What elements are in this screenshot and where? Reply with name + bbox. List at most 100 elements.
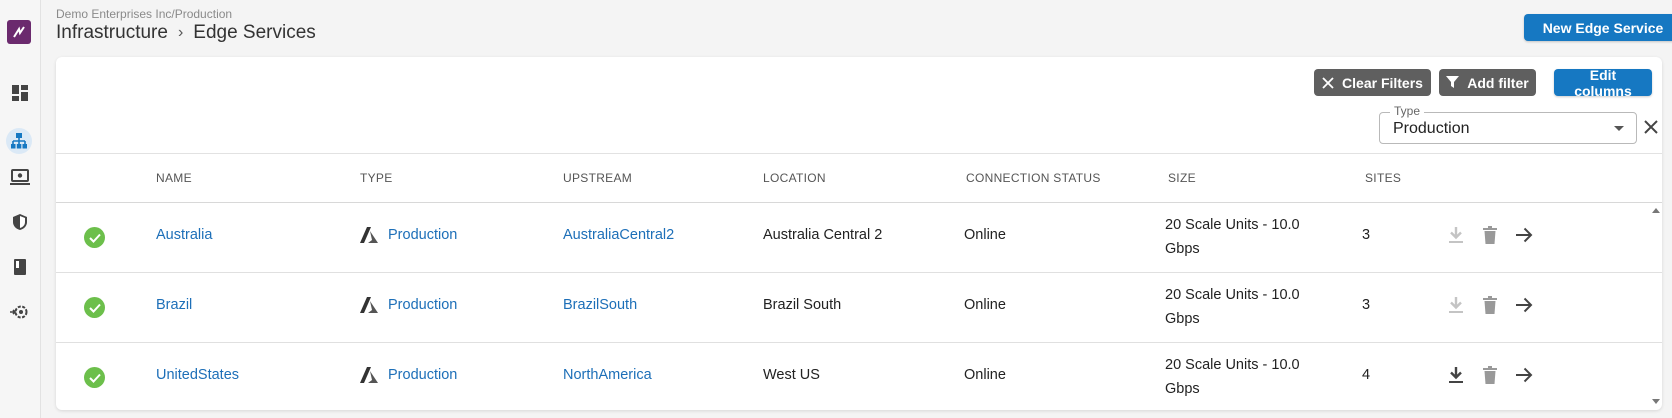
row-type-label[interactable]: Production (388, 227, 457, 243)
row-size: 20 Scale Units - 10.0 Gbps (1165, 217, 1300, 257)
shield-icon (13, 214, 27, 230)
row-type: Production (360, 227, 457, 243)
scroll-down-arrow[interactable] (1652, 399, 1660, 404)
column-header-connection-status[interactable]: CONNECTION STATUS (966, 171, 1101, 185)
add-filter-label: Add filter (1467, 74, 1529, 91)
type-filter-value: Production (1393, 120, 1470, 137)
chevron-down-icon (1614, 126, 1624, 131)
row-actions (1446, 295, 1534, 315)
row-size: 20 Scale Units - 10.0 Gbps (1165, 287, 1300, 327)
download-icon (1449, 227, 1463, 243)
delete-button[interactable] (1480, 295, 1500, 315)
table-scrollbar[interactable] (1650, 202, 1662, 406)
row-name-link[interactable]: UnitedStates (156, 367, 239, 383)
row-upstream-link[interactable]: NorthAmerica (563, 367, 652, 383)
nav-docs[interactable] (9, 256, 31, 278)
row-sites: 3 (1362, 297, 1371, 313)
column-header-upstream[interactable]: UPSTREAM (563, 171, 632, 185)
edge-services-table: NAME TYPE UPSTREAM LOCATION CONNECTION S… (56, 153, 1662, 412)
row-sites: 4 (1362, 367, 1371, 383)
row-size: 20 Scale Units - 10.0 Gbps (1165, 357, 1300, 397)
row-type: Production (360, 367, 457, 383)
azure-icon (360, 367, 378, 383)
nav-security[interactable] (9, 211, 31, 233)
close-icon (1644, 120, 1658, 134)
trash-icon (1483, 226, 1497, 244)
arrow-right-icon (1516, 367, 1533, 383)
arrow-right-icon (1516, 227, 1533, 243)
breadcrumb: Infrastructure › Edge Services (56, 22, 316, 44)
download-icon (1449, 297, 1463, 313)
table-row[interactable]: Australia Production AustraliaCentral2 A… (56, 203, 1662, 273)
table-row[interactable]: UnitedStates Production NorthAmerica Wes… (56, 343, 1662, 412)
edit-columns-button[interactable]: Edit columns (1554, 67, 1652, 99)
trash-icon (1483, 366, 1497, 384)
row-name-link[interactable]: Australia (156, 227, 212, 243)
table-row[interactable]: Brazil Production BrazilSouth Brazil Sou… (56, 273, 1662, 343)
download-button[interactable] (1446, 225, 1466, 245)
row-location: West US (763, 367, 820, 383)
org-path: Demo Enterprises Inc/Production (56, 7, 233, 21)
row-actions (1446, 225, 1534, 245)
azure-icon (360, 297, 378, 313)
row-connection-status: Online (964, 227, 1006, 243)
left-nav-rail (0, 0, 41, 418)
new-edge-service-button[interactable]: New Edge Service (1524, 14, 1672, 41)
remove-type-filter-button[interactable] (1642, 118, 1660, 136)
row-upstream-link[interactable]: AustraliaCentral2 (563, 227, 674, 243)
row-sites: 3 (1362, 227, 1371, 243)
row-name-link[interactable]: Brazil (156, 297, 192, 313)
add-filter-button[interactable]: Add filter (1439, 69, 1536, 96)
delete-button[interactable] (1480, 225, 1500, 245)
azure-icon (360, 227, 378, 243)
breadcrumb-separator: › (177, 24, 184, 41)
logo-icon (13, 26, 25, 38)
row-type-label[interactable]: Production (388, 297, 457, 313)
device-icon (10, 169, 30, 185)
column-header-type[interactable]: TYPE (360, 171, 393, 185)
type-filter-select[interactable]: Type Production (1379, 104, 1637, 144)
nav-dashboard[interactable] (9, 82, 31, 104)
column-header-name[interactable]: NAME (156, 171, 192, 185)
settings-icon (10, 305, 28, 319)
open-details-button[interactable] (1514, 365, 1534, 385)
network-icon (11, 133, 27, 149)
row-location: Australia Central 2 (763, 227, 883, 243)
row-location: Brazil South (763, 297, 842, 313)
arrow-right-icon (1516, 297, 1533, 313)
page-title: Edge Services (193, 22, 316, 43)
delete-button[interactable] (1480, 365, 1500, 385)
clear-filters-label: Clear Filters (1342, 74, 1423, 91)
book-icon (14, 259, 26, 275)
table-header: NAME TYPE UPSTREAM LOCATION CONNECTION S… (56, 154, 1662, 203)
online-status-icon (84, 297, 105, 318)
download-button[interactable] (1446, 295, 1466, 315)
brand-logo[interactable] (7, 20, 31, 44)
column-header-size[interactable]: SIZE (1168, 171, 1196, 185)
clear-filters-button[interactable]: Clear Filters (1314, 69, 1431, 96)
nav-infrastructure[interactable] (6, 128, 32, 154)
online-status-icon (84, 367, 105, 388)
scroll-up-arrow[interactable] (1652, 208, 1660, 213)
column-header-location[interactable]: LOCATION (763, 171, 826, 185)
dashboard-icon (12, 85, 28, 101)
row-upstream-link[interactable]: BrazilSouth (563, 297, 637, 313)
trash-icon (1483, 296, 1497, 314)
row-actions (1446, 365, 1534, 385)
breadcrumb-infrastructure[interactable]: Infrastructure (56, 22, 168, 44)
close-icon (1322, 76, 1334, 89)
row-type: Production (360, 297, 457, 313)
nav-devices[interactable] (9, 166, 31, 188)
nav-settings[interactable] (9, 301, 31, 323)
type-filter-label: Type (1390, 104, 1425, 118)
filter-icon (1446, 76, 1460, 88)
edge-services-card: Clear Filters Add filter Edit columns Ty… (56, 57, 1662, 410)
row-connection-status: Online (964, 367, 1006, 383)
row-connection-status: Online (964, 297, 1006, 313)
column-header-sites[interactable]: SITES (1365, 171, 1401, 185)
open-details-button[interactable] (1514, 295, 1534, 315)
row-type-label[interactable]: Production (388, 367, 457, 383)
download-button[interactable] (1446, 365, 1466, 385)
open-details-button[interactable] (1514, 225, 1534, 245)
online-status-icon (84, 227, 105, 248)
